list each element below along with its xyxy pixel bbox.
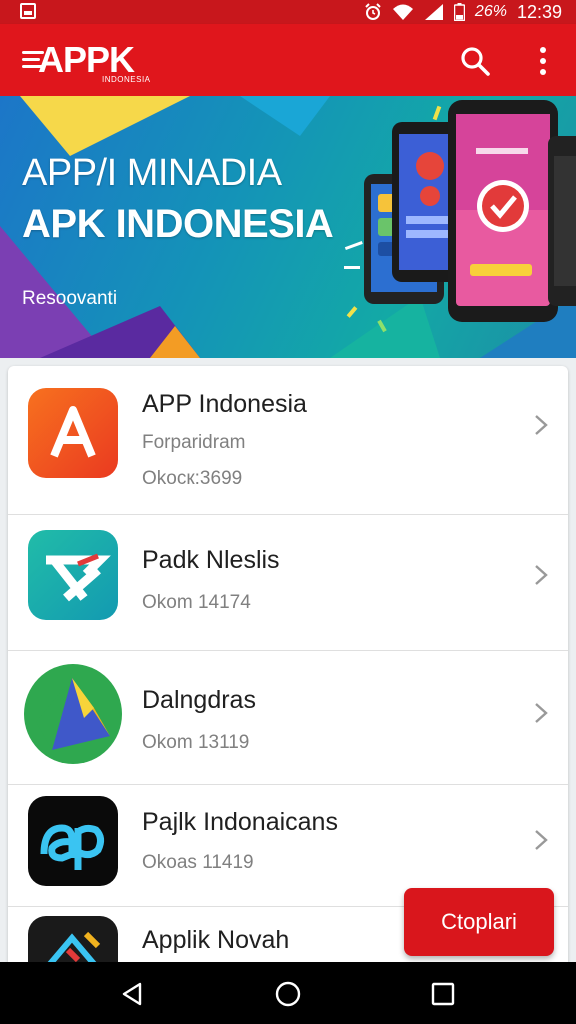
app-name: Padk Nleslis	[142, 546, 280, 574]
phone-front	[448, 100, 558, 322]
floating-action-button[interactable]: Ctoplari	[404, 888, 554, 956]
list-item-dalngdras[interactable]: Dalngdras Okom 13119	[8, 650, 568, 785]
app-bar: APPK INDONESIA	[0, 24, 576, 96]
app-name: Applik Novah	[142, 926, 290, 954]
system-nav-bar	[0, 962, 576, 1024]
app-name: Dalngdras	[142, 686, 256, 714]
alarm-icon	[365, 3, 381, 20]
battery-icon	[453, 3, 465, 21]
app-icon-ap	[28, 796, 118, 886]
app-list: APP Indonesia Forparidram Okocк:3699 Pad…	[8, 366, 568, 976]
back-icon[interactable]	[118, 979, 148, 1009]
more-options-icon[interactable]	[528, 44, 558, 78]
promo-banner[interactable]: APP/I MINADIA APK INDONESIA Resoovanti	[0, 96, 576, 358]
app-meta: Okoas 11419	[142, 852, 254, 873]
status-bar: 26% 12:39	[0, 0, 576, 24]
banner-title-line2: APK INDONESIA	[22, 202, 334, 246]
chevron-right-icon	[535, 830, 548, 850]
wifi-icon	[392, 4, 413, 20]
app-name: APP Indonesia	[142, 390, 307, 418]
signal-icon	[424, 4, 443, 20]
banner-title-line1: APP/I MINADIA	[22, 152, 282, 194]
clock: 12:39	[516, 1, 562, 22]
logo-subtext: INDONESIA	[102, 75, 151, 84]
banner-tagline: Resoovanti	[22, 288, 118, 309]
app-icon-k	[28, 530, 118, 620]
phone-right	[548, 136, 576, 306]
home-icon[interactable]	[273, 979, 303, 1009]
chevron-right-icon	[535, 415, 548, 435]
app-meta: Okocк:3699	[142, 468, 243, 489]
chevron-right-icon	[535, 703, 548, 723]
app-icon-a	[28, 388, 118, 478]
chevron-right-icon	[535, 565, 548, 585]
app-name: Pajlk Indonaicans	[142, 808, 338, 836]
app-category: Forparidram	[142, 432, 246, 453]
list-item-app-indonesia[interactable]: APP Indonesia Forparidram Okocк:3699	[8, 366, 568, 515]
search-icon[interactable]	[458, 44, 492, 78]
list-item-padk-nleslis[interactable]: Padk Nleslis Okom 14174	[8, 514, 568, 651]
battery-percent: 26%	[474, 3, 507, 20]
app-icon-play	[24, 664, 122, 764]
app-meta: Okom 14174	[142, 592, 251, 613]
app-meta: Okom 13119	[142, 732, 250, 753]
sim-card-icon	[20, 3, 36, 19]
recents-icon[interactable]	[428, 979, 458, 1009]
